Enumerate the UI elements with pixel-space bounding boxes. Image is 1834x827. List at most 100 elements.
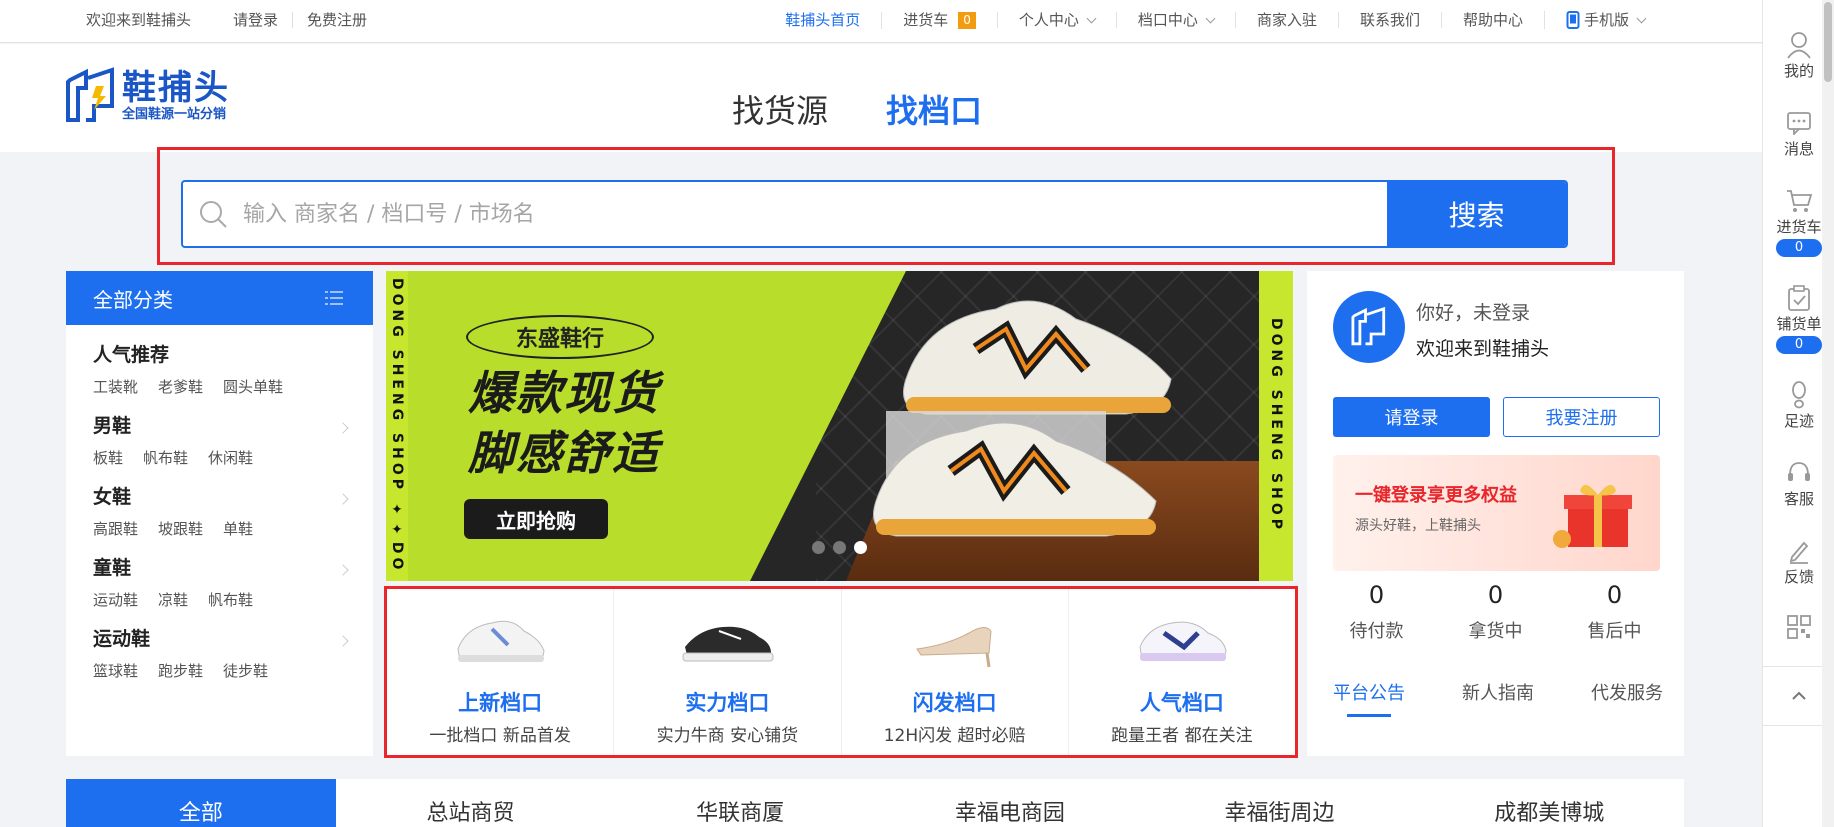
category-link[interactable]: 板鞋 — [93, 447, 123, 468]
stat-after-sales[interactable]: 0 售后中 — [1560, 581, 1670, 643]
tab-newbie-guide[interactable]: 新人指南 — [1462, 679, 1534, 705]
search-button[interactable]: 搜索 — [1387, 182, 1566, 246]
banner-side-text: DONG SHENG SHOP ✦✦DO — [386, 271, 408, 581]
home-link[interactable]: 鞋捕头首页 — [764, 12, 881, 28]
category-link[interactable]: 徒步鞋 — [223, 660, 268, 681]
category-link[interactable]: 老爹鞋 — [158, 376, 203, 397]
category-header[interactable]: 全部分类 — [66, 271, 373, 325]
merchant-join-link[interactable]: 商家入驻 — [1234, 12, 1338, 28]
login-promo-card[interactable]: 一键登录享更多权益 源头好鞋，上鞋捕头 — [1333, 455, 1660, 571]
category-group-women[interactable]: 女鞋 高跟鞋 坡跟鞋 单鞋 — [93, 483, 373, 539]
header: 鞋捕头 全国鞋源一站分销 找货源 找档口 — [0, 44, 1762, 152]
scrollbar-thumb[interactable] — [1824, 2, 1832, 82]
category-group-sports[interactable]: 运动鞋 篮球鞋 跑步鞋 徒步鞋 — [93, 625, 373, 681]
avatar — [1333, 291, 1405, 363]
chevron-down-icon — [1636, 13, 1647, 23]
card-fast-ship-stalls[interactable]: 闪发档口 12H闪发 超时必赔 — [842, 589, 1069, 755]
login-link[interactable]: 请登录 — [219, 12, 292, 28]
stall-center-menu[interactable]: 档口中心 — [1115, 12, 1235, 28]
tab-find-stall[interactable]: 找档口 — [886, 86, 982, 132]
category-title: 全部分类 — [93, 287, 173, 312]
category-link[interactable]: 凉鞋 — [158, 589, 188, 610]
tab-dropship-service[interactable]: 代发服务 — [1591, 679, 1663, 705]
welcome-text: 欢迎来到鞋捕头 — [86, 11, 192, 29]
banner-cta-button[interactable]: 立即抢购 — [464, 499, 608, 539]
category-link[interactable]: 坡跟鞋 — [158, 518, 203, 539]
market-tab-all[interactable]: 全部 — [66, 779, 336, 827]
category-link[interactable]: 运动鞋 — [93, 589, 138, 610]
banner-side-text-right: DONG SHENG SHOP — [1259, 271, 1293, 581]
logo-mark-icon — [66, 67, 114, 122]
cart-link[interactable]: 进货车 0 — [881, 11, 997, 29]
market-tab[interactable]: 总站商贸 — [336, 779, 606, 827]
site-logo[interactable]: 鞋捕头 全国鞋源一站分销 — [64, 66, 230, 126]
banner-pagination — [812, 541, 867, 554]
category-link[interactable]: 篮球鞋 — [93, 660, 138, 681]
category-link[interactable]: 圆头单鞋 — [223, 376, 283, 397]
market-tab[interactable]: 幸福街周边 — [1145, 779, 1415, 827]
category-link[interactable]: 工装靴 — [93, 376, 138, 397]
promo-subtitle: 源头好鞋，上鞋捕头 — [1355, 518, 1481, 534]
page-scrollbar[interactable] — [1822, 0, 1834, 827]
cart-icon — [1787, 190, 1813, 212]
chevron-down-icon — [1086, 13, 1097, 23]
register-button[interactable]: 我要注册 — [1503, 397, 1660, 437]
category-link[interactable]: 高跟鞋 — [93, 518, 138, 539]
mobile-menu[interactable]: 手机版 — [1543, 11, 1666, 29]
category-group-title: 运动鞋 — [93, 628, 151, 650]
banner-headline: 爆款现货 脚感舒适 — [468, 366, 660, 480]
sneaker-thumbnail — [457, 620, 545, 662]
banner-dot-active[interactable] — [854, 541, 867, 554]
sidebar-stock-count: 0 — [1776, 336, 1822, 354]
logo-subtitle: 全国鞋源一站分销 — [122, 107, 227, 122]
search-input[interactable] — [243, 182, 1387, 246]
market-tab[interactable]: 成都美博城 — [1414, 779, 1684, 827]
tab-announcements[interactable]: 平台公告 — [1333, 679, 1405, 717]
card-popular-stalls[interactable]: 人气档口 跑量王者 都在关注 — [1069, 589, 1295, 755]
register-link[interactable]: 免费注册 — [292, 12, 381, 28]
welcome-text: 欢迎来到鞋捕头 — [1416, 338, 1550, 360]
chevron-up-icon — [1792, 691, 1806, 700]
heel-thumbnail — [915, 627, 992, 668]
canvas-shoe-thumbnail — [682, 626, 774, 662]
banner-dot[interactable] — [812, 541, 825, 554]
card-new-stalls[interactable]: 上新档口 一批档口 新品首发 — [387, 589, 615, 755]
banner-dot[interactable] — [833, 541, 846, 554]
help-link[interactable]: 帮助中心 — [1440, 12, 1544, 28]
contact-link[interactable]: 联系我们 — [1337, 12, 1441, 28]
category-group-title: 男鞋 — [93, 415, 132, 437]
tab-find-goods[interactable]: 找货源 — [732, 86, 828, 132]
category-group-title: 童鞋 — [93, 557, 132, 579]
category-link[interactable]: 帆布鞋 — [208, 589, 253, 610]
headset-icon — [1788, 462, 1810, 481]
gift-box-icon — [1553, 484, 1632, 548]
category-group-kids[interactable]: 童鞋 运动鞋 凉鞋 帆布鞋 — [93, 554, 373, 610]
pencil-icon — [1789, 541, 1809, 564]
logo-title: 鞋捕头 — [122, 68, 230, 108]
category-link[interactable]: 帆布鞋 — [143, 447, 188, 468]
stat-pending-payment[interactable]: 0 待付款 — [1322, 581, 1432, 643]
stat-picking-up[interactable]: 0 拿货中 — [1441, 581, 1551, 643]
market-tab[interactable]: 幸福电商园 — [875, 779, 1145, 827]
login-button[interactable]: 请登录 — [1333, 397, 1490, 437]
category-group-men[interactable]: 男鞋 板鞋 帆布鞋 休闲鞋 — [93, 412, 373, 468]
clipboard-check-icon — [1788, 285, 1810, 311]
category-link[interactable]: 单鞋 — [223, 518, 253, 539]
personal-center-menu[interactable]: 个人中心 — [996, 12, 1116, 28]
stall-category-cards: 上新档口 一批档口 新品首发 实力档口 实力牛商 安心铺货 闪发档口 12H闪发… — [384, 586, 1298, 758]
card-strong-stalls[interactable]: 实力档口 实力牛商 安心铺货 — [614, 589, 842, 755]
category-panel: 全部分类 人气推荐 工装靴 老爹鞋 圆头单鞋 男鞋 板鞋 帆布鞋 休闲鞋 女鞋 … — [66, 271, 373, 756]
list-icon — [325, 291, 343, 305]
promo-banner[interactable]: DONG SHENG SHOP ✦✦DO DONG SHENG SHOP 东盛鞋… — [386, 271, 1293, 581]
top-bar: 欢迎来到鞋捕头 请登录 免费注册 鞋捕头首页 进货车 0 个人中心 档口中心 商家… — [0, 0, 1762, 43]
user-icon — [1787, 32, 1811, 59]
promo-title: 一键登录享更多权益 — [1355, 485, 1517, 506]
qr-code-icon — [1787, 615, 1811, 639]
order-stats: 0 待付款 0 拿货中 0 售后中 — [1307, 581, 1684, 643]
category-link[interactable]: 休闲鞋 — [208, 447, 253, 468]
logo-mark-icon — [1351, 306, 1386, 346]
sneaker-thumbnail — [1139, 621, 1227, 661]
sneaker-image — [873, 411, 1157, 537]
category-link[interactable]: 跑步鞋 — [158, 660, 203, 681]
market-tab[interactable]: 华联商厦 — [605, 779, 875, 827]
